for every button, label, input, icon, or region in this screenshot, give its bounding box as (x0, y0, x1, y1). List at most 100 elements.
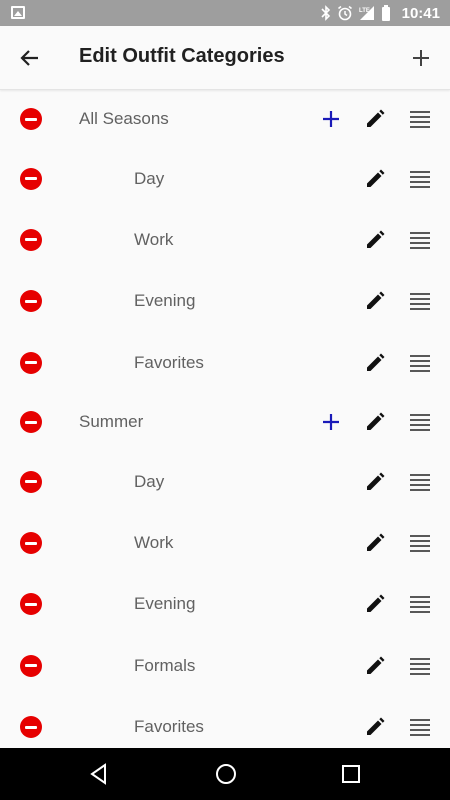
category-label: Favorites (134, 717, 204, 737)
category-row: Summer (0, 393, 450, 451)
edit-button[interactable] (364, 411, 386, 433)
plus-icon (323, 111, 339, 127)
drag-handle[interactable] (409, 231, 431, 249)
app-bar: Edit Outfit Categories (0, 26, 450, 90)
subcategory-row: Day (0, 148, 450, 209)
remove-button[interactable] (20, 532, 42, 555)
minus-circle-icon (25, 299, 37, 303)
drag-handle-icon (410, 719, 430, 736)
nav-back-button[interactable] (87, 762, 111, 791)
drag-handle-icon (410, 473, 430, 491)
category-label: Day (134, 168, 165, 188)
drag-handle-icon (410, 111, 430, 128)
minus-circle-icon (25, 177, 37, 181)
nav-recents-button[interactable] (341, 764, 361, 789)
minus-circle-icon (25, 725, 37, 729)
drag-handle-icon (410, 293, 430, 311)
image-icon (11, 6, 25, 19)
drag-handle[interactable] (409, 595, 431, 614)
drag-handle[interactable] (409, 534, 431, 553)
drag-handle[interactable] (409, 354, 431, 372)
remove-button[interactable] (20, 654, 42, 677)
category-label: All Seasons (79, 109, 169, 128)
drag-handle-icon (410, 596, 430, 614)
battery-icon (381, 5, 391, 21)
drag-handle[interactable] (409, 413, 431, 432)
back-triangle-icon (90, 763, 106, 785)
minus-circle-icon (25, 117, 37, 121)
subcategory-row: Evening (0, 574, 450, 635)
category-list: All Seasons Day Work Evening Favorites Summer… (0, 90, 450, 748)
remove-button[interactable] (20, 351, 42, 374)
add-subcategory-button[interactable] (320, 411, 342, 433)
minus-circle-icon (25, 602, 37, 606)
drag-handle[interactable] (409, 170, 431, 188)
pencil-icon (367, 109, 385, 127)
add-category-button[interactable] (406, 43, 436, 73)
drag-handle[interactable] (409, 473, 431, 491)
arrow-back-icon (20, 50, 38, 66)
category-label: Day (134, 471, 165, 491)
remove-button[interactable] (20, 290, 42, 313)
subcategory-row: Evening (0, 271, 450, 332)
category-label: Summer (79, 412, 144, 432)
category-label: Evening (134, 594, 196, 614)
pencil-icon (367, 656, 385, 674)
drag-handle[interactable] (409, 718, 431, 736)
category-row: All Seasons (0, 90, 450, 148)
edit-button[interactable] (364, 290, 386, 312)
home-circle-icon (216, 764, 236, 784)
edit-button[interactable] (364, 352, 386, 374)
edit-button[interactable] (364, 168, 386, 190)
status-bar: LTE 10:41 (0, 0, 450, 26)
svg-text:LTE: LTE (359, 8, 370, 14)
pencil-icon (367, 169, 385, 187)
navigation-bar (0, 748, 450, 800)
subcategory-row: Work (0, 209, 450, 270)
add-subcategory-button[interactable] (320, 108, 342, 130)
status-icons: LTE 10:41 (320, 0, 440, 26)
drag-handle-icon (410, 232, 430, 249)
pencil-icon (367, 594, 385, 613)
drag-handle-icon (410, 414, 430, 432)
lte-signal-icon: LTE (358, 5, 376, 21)
edit-button[interactable] (364, 471, 386, 493)
drag-handle-icon (410, 535, 430, 553)
edit-button[interactable] (364, 229, 386, 251)
minus-circle-icon (25, 238, 37, 242)
remove-button[interactable] (20, 593, 42, 616)
recents-square-icon (342, 765, 360, 783)
subcategory-row: Favorites (0, 696, 450, 748)
subcategory-row: Day (0, 451, 450, 512)
drag-handle-icon (410, 657, 430, 675)
drag-handle[interactable] (409, 657, 431, 675)
remove-button[interactable] (20, 411, 42, 434)
drag-handle-icon (410, 170, 430, 188)
pencil-icon (367, 353, 385, 371)
pencil-icon (367, 230, 385, 248)
drag-handle-icon (410, 354, 430, 372)
edit-button[interactable] (364, 716, 386, 738)
subcategory-row: Work (0, 512, 450, 573)
remove-button[interactable] (20, 470, 42, 493)
plus-icon (413, 50, 429, 66)
remove-button[interactable] (20, 716, 42, 739)
drag-handle[interactable] (409, 110, 431, 128)
back-button[interactable] (16, 44, 44, 72)
category-label: Work (134, 533, 174, 553)
edit-button[interactable] (364, 532, 386, 554)
remove-button[interactable] (20, 108, 42, 130)
remove-button[interactable] (20, 228, 42, 251)
nav-home-button[interactable] (214, 762, 238, 791)
edit-button[interactable] (364, 108, 386, 130)
category-label: Favorites (134, 352, 204, 372)
subcategory-row: Formals (0, 635, 450, 696)
edit-button[interactable] (364, 655, 386, 677)
alarm-icon (337, 5, 353, 21)
remove-button[interactable] (20, 167, 42, 190)
edit-button[interactable] (364, 593, 386, 615)
pencil-icon (367, 472, 385, 490)
minus-circle-icon (25, 361, 37, 365)
drag-handle[interactable] (409, 292, 431, 311)
pencil-icon (367, 717, 385, 736)
